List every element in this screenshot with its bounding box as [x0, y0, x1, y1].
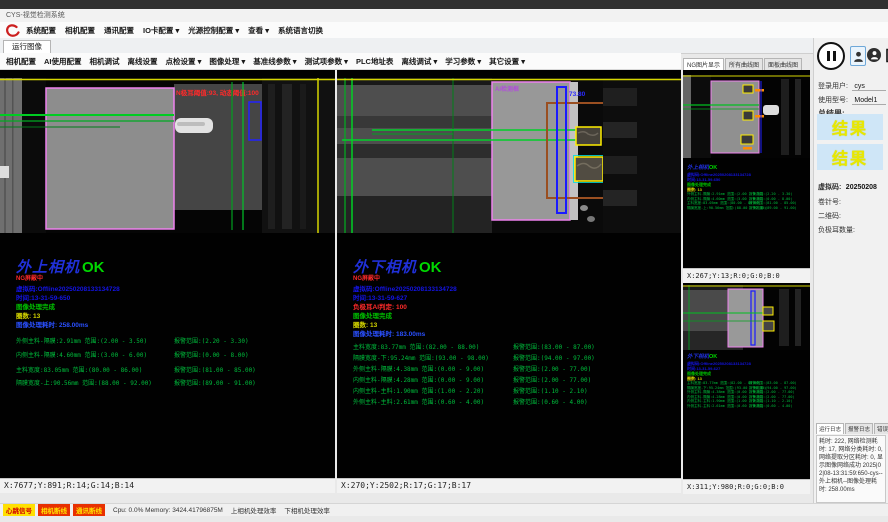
upper-coordinate-statusbar: X:7677;Y:891;R:14;G:14;B:14: [0, 478, 335, 493]
tool-learn-params[interactable]: 学习参数 ▾: [445, 56, 481, 67]
bottom-statusbar: 心跳信号 相机断线 通讯断线 Cpu: 0.0% Memory: 3424.41…: [0, 503, 888, 516]
lower-measure-row: 主料宽度:83.77mm 范围:(82.00 - 88.00)报警范围:(83.…: [353, 342, 479, 351]
window-titlebar: CYS-视觉检测系统: [0, 9, 888, 23]
log-output[interactable]: 耗时: 222, 网络检测耗时: 17, 网络分类耗时: 0, 网络提取分区耗时…: [816, 435, 886, 503]
heartbeat-badge: 心跳信号: [3, 504, 35, 516]
threshold-overlay-label: N极耳阈值:93, 动态阈值:100: [176, 88, 259, 97]
upper-measure-row: 主料宽度:83.05mm 范围:(80.00 - 86.00)报警范围:(81.…: [16, 365, 142, 374]
lower-camera-image[interactable]: AI检测框 73.80: [337, 78, 681, 233]
menu-system-config[interactable]: 系统配置: [26, 25, 56, 36]
tab-ng-images[interactable]: NG图片显示: [683, 58, 724, 70]
ai-box-label: AI检测框: [495, 85, 519, 93]
tool-image-process[interactable]: 图像处理 ▾: [209, 56, 245, 67]
tool-other-settings[interactable]: 其它设置 ▾: [489, 56, 525, 67]
upper-measure-row: 隔膜宽度-上:90.56mm 范围:(88.00 - 92.00)报警范围:(8…: [16, 378, 152, 387]
lower-camera-rate-status: 下相机处理效率: [284, 505, 330, 515]
comm-offline-badge: 通讯断线: [73, 504, 105, 516]
preview-image-upper[interactable]: [683, 75, 810, 158]
tool-bar: 相机配置 AI使用配置 相机调试 离线设置 点检设置 ▾ 图像处理 ▾ 基准线参…: [0, 53, 681, 70]
menu-camera-config[interactable]: 相机配置: [65, 25, 95, 36]
film-roi-box: [46, 88, 174, 229]
user-dark-icon: [870, 50, 879, 60]
tool-plc-address[interactable]: PLC地址表: [356, 56, 394, 67]
tool-test-params[interactable]: 测试项参数 ▾: [305, 56, 348, 67]
cpu-memory-status: Cpu: 0.0% Memory: 3424.41796875M: [113, 507, 223, 514]
lower-coordinate-statusbar: X:270;Y:2502;R:17;G:17;B:17: [337, 478, 681, 493]
window-top-strip: [0, 0, 888, 9]
upper-measure-row: 外侧主料-隔膜:2.91mm 范围:(2.00 - 3.50)报警范围:(2.2…: [16, 336, 147, 345]
tab-all-curves[interactable]: 所有曲线图: [725, 58, 763, 70]
tab-detect-box-1: [576, 127, 601, 145]
tab-run-log[interactable]: 运行日志: [816, 423, 844, 434]
lower-measure-row: 隔膜宽度-下:95.24mm 范围:(93.00 - 98.00)报警范围:(9…: [353, 353, 489, 362]
blue-measure-value: 73.80: [569, 91, 586, 98]
window-title: CYS-视觉检测系统: [6, 9, 65, 22]
tab-detect-box-2: [575, 157, 603, 181]
upper-camera-panel: N极耳阈值:93, 动态阈值:100 B: 60 外上相机OK NG屏蔽中 虚拟…: [0, 70, 335, 493]
upper-ng-note: NG屏蔽中: [16, 273, 43, 282]
menu-light-control-config[interactable]: 光源控制配置 ▾: [188, 25, 239, 36]
upper-process-time-line: 图像处理耗时: 258.00ms: [16, 319, 88, 329]
upper-camera-image[interactable]: N极耳阈值:93, 动态阈值:100 B: 60: [0, 78, 335, 233]
lower-measure-row: 外侧主料-隔膜:4.38mm 范围:(0.00 - 9.00)报警范围:(2.0…: [353, 364, 484, 373]
pause-button[interactable]: [817, 42, 845, 70]
lower-measure-row: 外侧主料-主料:2.61mm 范围:(0.60 - 4.00)报警范围:(0.6…: [353, 397, 484, 406]
upper-camera-ok-badge: OK: [82, 259, 105, 276]
user-icon: [853, 50, 864, 63]
app-logo-icon: [5, 24, 20, 37]
virtual-code-value: 20250208: [846, 184, 877, 191]
lower-measure-row: 内侧主料-隔膜:4.28mm 范围:(0.00 - 9.00)报警范围:(2.0…: [353, 375, 484, 384]
result-box-lower: 结果: [817, 144, 883, 170]
tool-baseline-params[interactable]: 基准线参数 ▾: [253, 56, 296, 67]
menu-language-switch[interactable]: 系统语言切换: [278, 25, 323, 36]
menu-bar: 系统配置 相机配置 通讯配置 IO卡配置 ▾ 光源控制配置 ▾ 查看 ▾ 系统语…: [0, 22, 888, 39]
tab-alarm-log[interactable]: 报警日志: [845, 423, 873, 434]
lower-ng-note: NG屏蔽中: [353, 273, 380, 282]
camera-offline-badge: 相机断线: [38, 504, 70, 516]
tool-camera-debug[interactable]: 相机调试: [90, 56, 120, 67]
menu-io-card-config[interactable]: IO卡配置 ▾: [143, 25, 179, 36]
lower-measure-row: 内侧主料-主料:1.90mm 范围:(1.00 - 2.20)报警范围:(1.1…: [353, 386, 484, 395]
tool-spot-check[interactable]: 点检设置 ▾: [166, 56, 202, 67]
preview-lower-coordinate-statusbar: X:311;Y:980;R:0;G:0;B:0: [683, 479, 810, 494]
login-user-button[interactable]: [850, 46, 866, 66]
tab-run-image[interactable]: 运行图像: [3, 40, 51, 53]
upper-camera-rate-status: 上相机处理效率: [231, 505, 277, 515]
preview-tab-strip: NG图片显示 所有曲线图 面板曲线图: [683, 55, 810, 70]
right-sidebar: 登录用户: cys 使用型号: Model1 总结果: 结果 结果 虚拟码: 2…: [813, 38, 888, 503]
app-window: CYS-视觉检测系统 系统配置 相机配置 通讯配置 IO卡配置 ▾ 光源控制配置…: [0, 0, 888, 522]
preview-image-lower[interactable]: [683, 285, 810, 350]
tab-strip: 运行图像: [0, 38, 813, 54]
exit-door-icon: [885, 48, 888, 63]
menu-view[interactable]: 查看 ▾: [248, 25, 269, 36]
tool-camera-config[interactable]: 相机配置: [6, 56, 36, 67]
tool-ai-use-config[interactable]: AI使用配置: [44, 56, 82, 67]
tool-offline-debug[interactable]: 离线调试 ▾: [401, 56, 437, 67]
neg-tab-count-row: 负极耳数量:: [818, 219, 886, 237]
operator-button[interactable]: [867, 48, 881, 62]
result-box-upper: 结果: [817, 114, 883, 140]
preview-lower-minitext: 外下相机OK 虚拟码:Offline20250208133134728 时间:1…: [687, 354, 809, 408]
log-tab-strip: 运行日志 报警日志 错误日志: [816, 423, 886, 434]
upper-measure-row: 内侧主料-隔膜:4.60mm 范围:(3.00 - 6.00)报警范围:(0.0…: [16, 350, 147, 359]
lower-process-time-line: 图像处理耗时: 183.00ms: [353, 328, 425, 338]
menu-comm-config[interactable]: 通讯配置: [104, 25, 134, 36]
pause-icon: [827, 51, 830, 61]
lower-camera-ok-badge: OK: [419, 259, 442, 276]
tab-panel-curves[interactable]: 面板曲线图: [764, 58, 802, 70]
preview-upper-coordinate-statusbar: X:267;Y:13;R:0;G:0;B:0: [683, 268, 810, 283]
preview-column: 外上相机OK 虚拟码:Offline20250208133134728 时间:1…: [683, 70, 810, 493]
preview-upper-minitext: 外上相机OK 虚拟码:Offline20250208133134728 时间:1…: [687, 165, 809, 210]
tool-offline-setting[interactable]: 离线设置: [128, 56, 158, 67]
lower-camera-panel: AI检测框 73.80 外下相机OK NG屏蔽中 虚拟码:Offline20: [337, 70, 681, 493]
tab-error-log[interactable]: 错误日志: [874, 423, 888, 434]
logout-button[interactable]: [884, 47, 888, 63]
